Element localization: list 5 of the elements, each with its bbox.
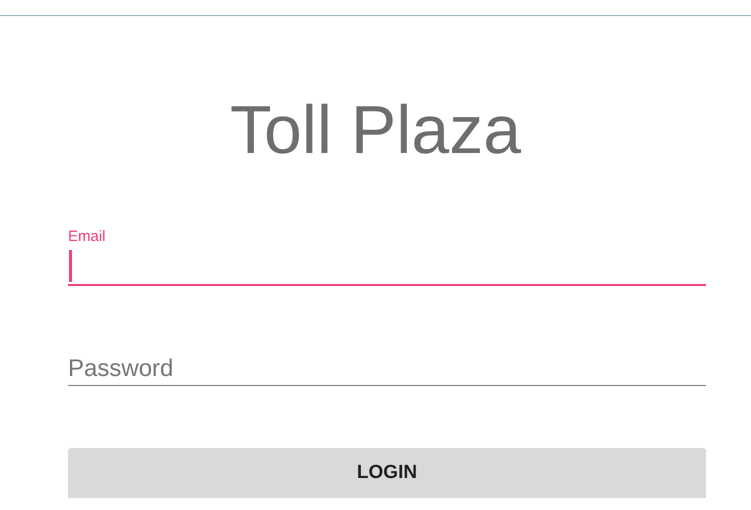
input-field[interactable]: Password	[68, 346, 706, 386]
field-label: Email	[68, 228, 107, 246]
app-title: Toll Plaza	[230, 96, 522, 164]
text-cursor	[69, 250, 72, 282]
login-button[interactable]: LOGIN	[68, 448, 706, 498]
